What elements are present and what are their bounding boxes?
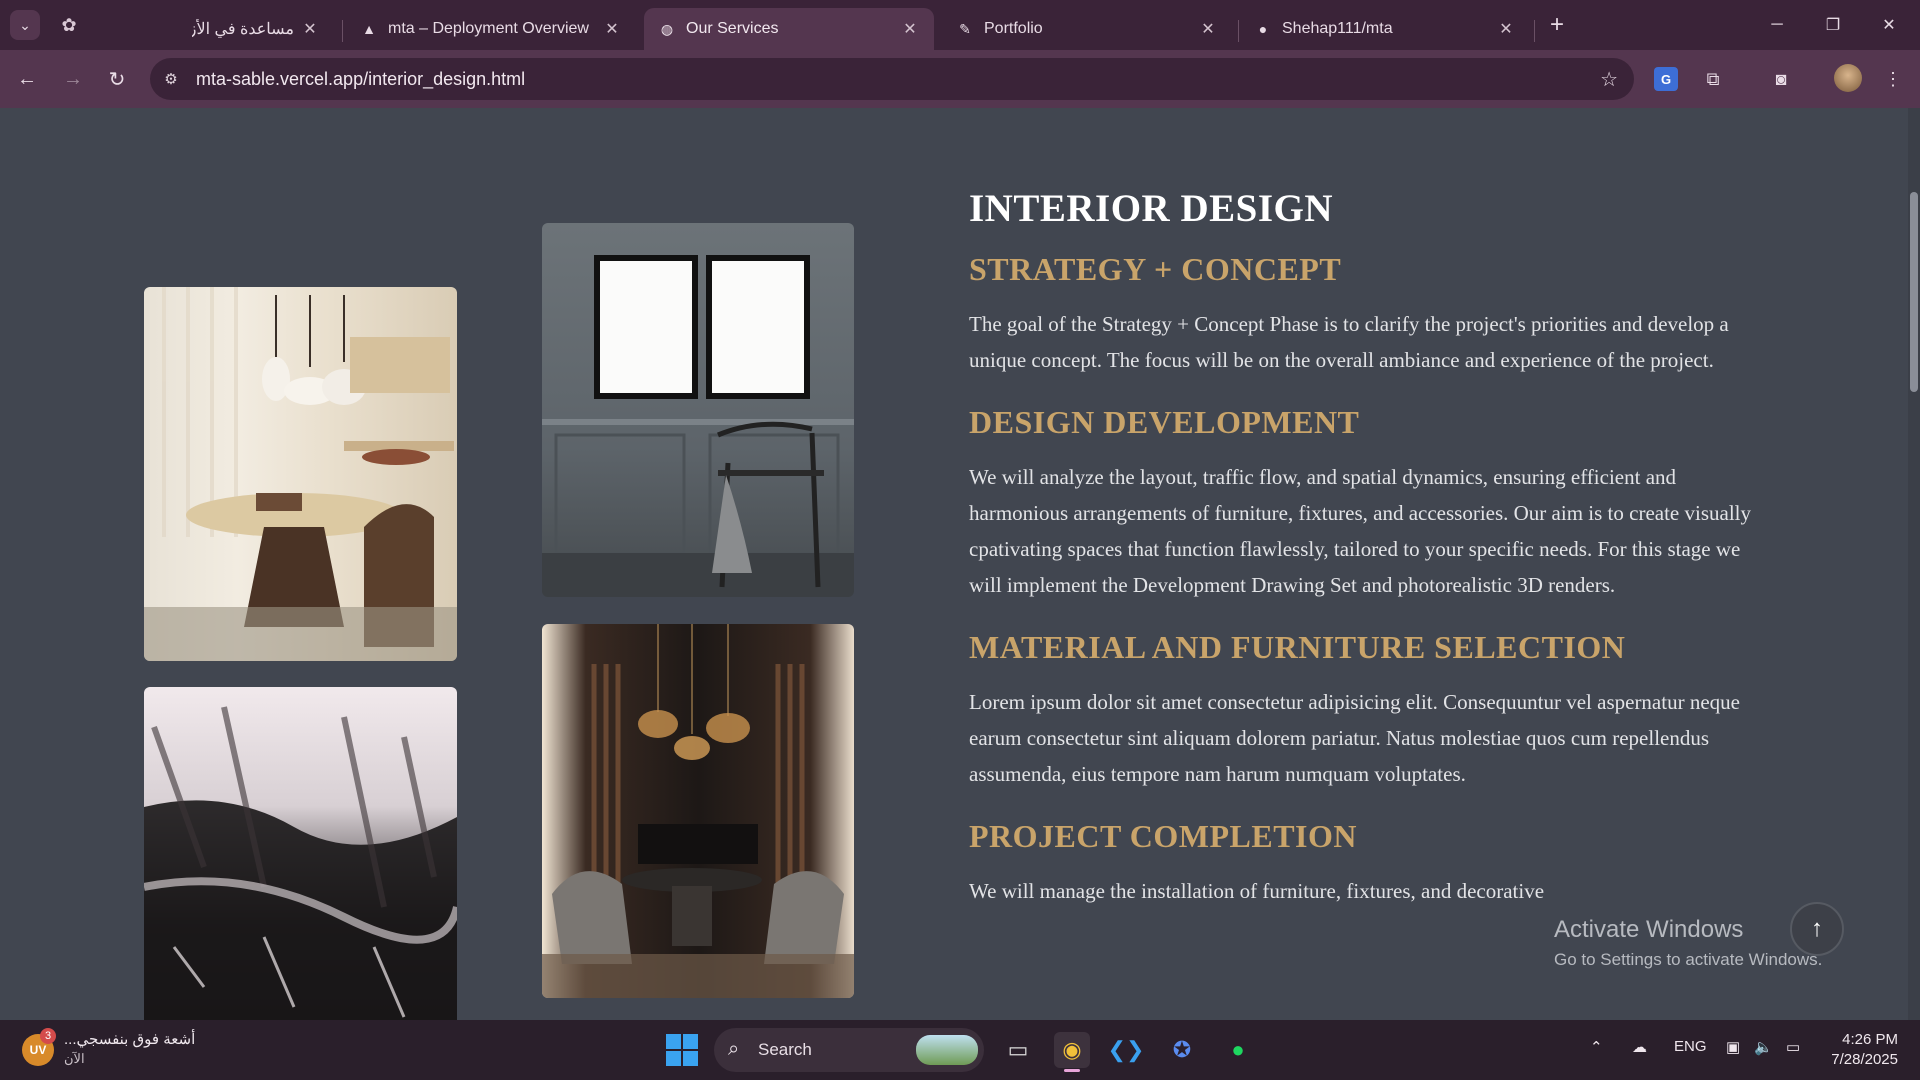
close-icon[interactable]: ✕ bbox=[1198, 19, 1218, 39]
back-button[interactable]: ← bbox=[12, 64, 42, 94]
tab-title: mta – Deployment Overview bbox=[388, 20, 589, 37]
menu-kebab-icon[interactable]: ⋮ bbox=[1878, 64, 1908, 94]
screenshot-icon[interactable]: ◙ bbox=[1766, 64, 1796, 94]
clock-date: 7/28/2025 bbox=[1831, 1051, 1898, 1068]
active-indicator bbox=[1064, 1069, 1080, 1072]
tray-overflow-chevron-icon[interactable]: ⌃ bbox=[1590, 1038, 1603, 1056]
search-icon: ⌕ bbox=[728, 1038, 740, 1060]
github-icon: ● bbox=[1258, 21, 1268, 37]
assistant-app-taskbar-icon[interactable]: ✪ bbox=[1164, 1032, 1200, 1068]
profile-avatar[interactable] bbox=[1834, 64, 1862, 92]
minimize-icon: ─ bbox=[1771, 16, 1783, 33]
portfolio-icon: ✎ bbox=[959, 20, 971, 37]
address-bar[interactable]: ⚙ mta-sable.vercel.app/interior_design.h… bbox=[150, 58, 1634, 100]
taskbar-search[interactable]: ⌕ Search bbox=[714, 1028, 984, 1072]
translate-extension-icon[interactable]: G bbox=[1654, 67, 1678, 91]
chevron-down-icon: ⌄ bbox=[19, 16, 31, 33]
task-view-icon[interactable]: ▭ bbox=[1000, 1032, 1036, 1068]
restore-button[interactable]: ❐ bbox=[1810, 8, 1856, 42]
plus-icon: + bbox=[1549, 11, 1564, 38]
minimize-button[interactable]: ─ bbox=[1754, 8, 1800, 42]
dark-dining-photo bbox=[542, 624, 854, 998]
close-icon[interactable]: ✕ bbox=[1496, 19, 1516, 39]
windows-taskbar: UV 3 أشعة فوق بنفسجي... الآن ⌕ Search ▭ … bbox=[0, 1020, 1920, 1080]
tab-separator bbox=[342, 20, 343, 42]
watermark-title: Activate Windows bbox=[1554, 916, 1744, 943]
volume-icon[interactable]: 🔈 bbox=[1754, 1038, 1773, 1056]
section-body-material-selection: Lorem ipsum dolor sit amet consectetur a… bbox=[969, 690, 1740, 786]
tab-title: Shehap111/mta bbox=[1282, 20, 1393, 37]
tab-our-services[interactable]: ◍ Our Services ✕ bbox=[644, 8, 934, 50]
services-content: INTERIOR DESIGN STRATEGY + CONCEPT The g… bbox=[969, 186, 1769, 935]
system-clock[interactable]: 4:26 PM 7/28/2025 bbox=[1822, 1030, 1898, 1070]
arrow-up-icon: ↑ bbox=[1811, 915, 1823, 942]
section-body-strategy: The goal of the Strategy + Concept Phase… bbox=[969, 312, 1729, 372]
start-button[interactable] bbox=[666, 1034, 698, 1066]
browser-toolbar: ← → ↻ ⚙ mta-sable.vercel.app/interior_de… bbox=[0, 50, 1920, 108]
frames-wall-photo bbox=[542, 223, 854, 597]
tab-title: Portfolio bbox=[984, 20, 1043, 37]
arrow-right-icon: → bbox=[63, 67, 83, 90]
news-time: الآن bbox=[64, 1051, 85, 1066]
onedrive-offline-icon[interactable]: ☁ bbox=[1632, 1038, 1647, 1056]
extensions-puzzle-icon[interactable]: ⧉ bbox=[1698, 64, 1728, 94]
reload-button[interactable]: ↻ bbox=[102, 64, 132, 94]
tab-deployment-overview[interactable]: ▲ mta – Deployment Overview ✕ bbox=[346, 8, 636, 50]
news-widget[interactable]: أشعة فوق بنفسجي... الآن bbox=[64, 1030, 195, 1067]
close-window-button[interactable]: ✕ bbox=[1866, 8, 1912, 42]
close-icon: ✕ bbox=[1882, 17, 1896, 34]
new-tab-button[interactable]: + bbox=[1544, 11, 1570, 38]
site-info-icon[interactable]: ⚙ bbox=[160, 68, 182, 90]
tab-separator bbox=[1238, 20, 1239, 42]
clock-time: 4:26 PM bbox=[1842, 1031, 1898, 1048]
section-body-design-development: We will analyze the layout, traffic flow… bbox=[969, 465, 1751, 597]
bookmark-star-icon[interactable]: ☆ bbox=[1600, 67, 1618, 92]
close-icon[interactable]: ✕ bbox=[300, 19, 320, 39]
pinned-tab-chatgpt[interactable]: ✿ bbox=[56, 12, 82, 38]
section-heading-design-development: DESIGN DEVELOPMENT bbox=[969, 404, 1360, 440]
tab-crisis-help[interactable]: مساعدة في الأزمة ✕ bbox=[178, 8, 334, 50]
tab-portfolio[interactable]: ✎ Portfolio ✕ bbox=[942, 8, 1232, 50]
tab-title: Our Services bbox=[686, 20, 779, 37]
tab-strip: ⌄ ✿ مساعدة في الأزمة ✕ ▲ mta – Deploymen… bbox=[0, 0, 1920, 50]
page-scrollbar[interactable] bbox=[1908, 108, 1920, 1020]
vercel-icon: ▲ bbox=[362, 21, 376, 37]
page-title: INTERIOR DESIGN bbox=[969, 187, 1334, 230]
restore-icon: ❐ bbox=[1825, 17, 1841, 34]
section-heading-project-completion: PROJECT COMPLETION bbox=[969, 818, 1357, 854]
search-label: Search bbox=[758, 1040, 812, 1059]
close-icon[interactable]: ✕ bbox=[602, 19, 622, 39]
chatgpt-icon: ✿ bbox=[61, 14, 77, 35]
globe-icon: ◍ bbox=[660, 20, 674, 37]
section-heading-strategy: STRATEGY + CONCEPT bbox=[969, 251, 1342, 287]
tab-title: مساعدة في الأزمة bbox=[192, 21, 294, 38]
chrome-taskbar-icon[interactable]: ◉ bbox=[1054, 1032, 1090, 1072]
notification-badge: 3 bbox=[40, 1028, 56, 1044]
scroll-to-top-button[interactable]: ↑ bbox=[1790, 902, 1844, 956]
tab-search-button[interactable]: ⌄ bbox=[10, 10, 40, 40]
page-viewport: INTERIOR DESIGN STRATEGY + CONCEPT The g… bbox=[0, 108, 1908, 1020]
search-highlight-image bbox=[916, 1035, 978, 1065]
tab-separator bbox=[1534, 20, 1535, 42]
network-icon[interactable]: ▣ bbox=[1726, 1038, 1740, 1056]
tab-github-repo[interactable]: ● Shehap111/mta ✕ bbox=[1240, 8, 1530, 50]
url-text[interactable]: mta-sable.vercel.app/interior_design.htm… bbox=[196, 69, 525, 90]
vscode-taskbar-icon[interactable]: ❮❯ bbox=[1108, 1032, 1145, 1068]
language-indicator[interactable]: ENG bbox=[1674, 1038, 1707, 1055]
arrow-left-icon: ← bbox=[17, 67, 37, 90]
section-body-project-completion: We will manage the installation of furni… bbox=[969, 879, 1545, 903]
battery-icon[interactable]: ▭ bbox=[1786, 1038, 1800, 1056]
abstract-painting-photo bbox=[144, 687, 457, 1020]
news-title: أشعة فوق بنفسجي... bbox=[64, 1031, 196, 1048]
watermark-subtitle: Go to Settings to activate Windows. bbox=[1554, 950, 1823, 969]
forward-button[interactable]: → bbox=[58, 64, 88, 94]
close-icon[interactable]: ✕ bbox=[900, 19, 920, 39]
windows-logo-icon bbox=[666, 1034, 681, 1049]
dining-room-photo bbox=[144, 287, 457, 661]
reload-icon: ↻ bbox=[108, 68, 126, 91]
scrollbar-thumb[interactable] bbox=[1910, 192, 1918, 392]
activate-windows-watermark: Activate Windows Go to Settings to activ… bbox=[1554, 916, 1822, 970]
spotify-taskbar-icon[interactable]: ● bbox=[1220, 1032, 1256, 1068]
section-heading-material-selection: MATERIAL AND FURNITURE SELECTION bbox=[969, 629, 1626, 665]
